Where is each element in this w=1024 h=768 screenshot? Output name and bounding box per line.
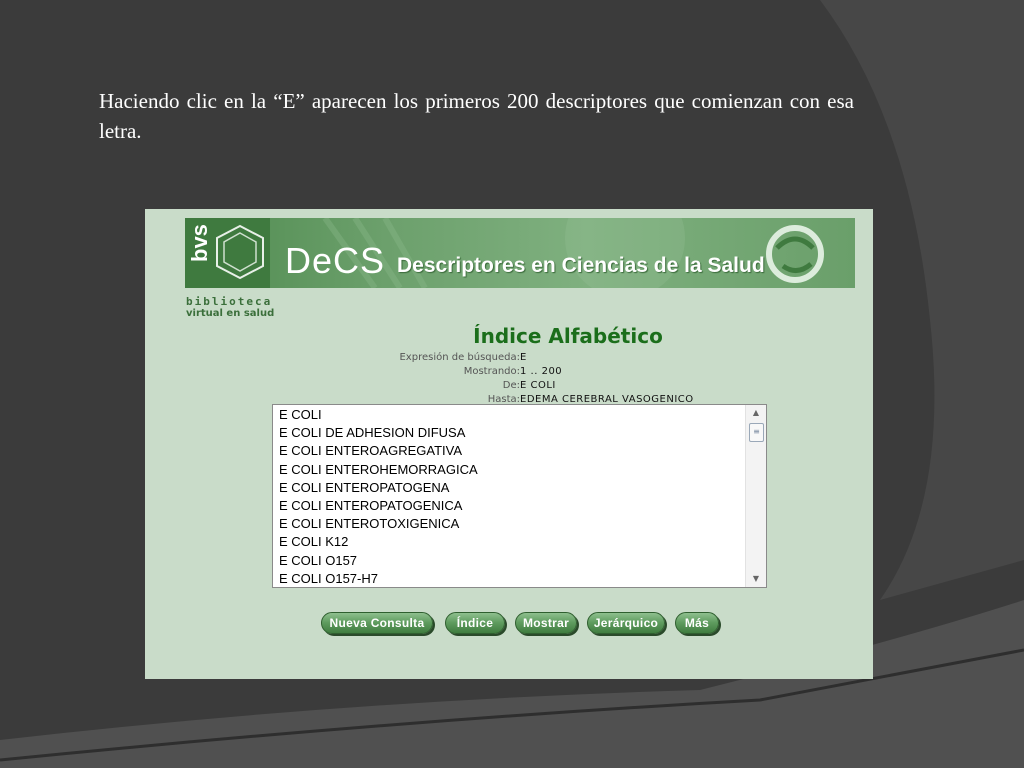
list-item[interactable]: E COLI ENTEROAGREGATIVA xyxy=(279,442,478,460)
meta-value: 1 .. 200 xyxy=(520,366,563,377)
meta-row-showing: Mostrando: 1 .. 200 xyxy=(285,365,705,379)
list-item[interactable]: E COLI ENTEROPATOGENA xyxy=(279,479,478,497)
nueva-consulta-button[interactable]: Nueva Consulta xyxy=(321,612,433,634)
list-item[interactable]: E COLI ENTEROPATOGENICA xyxy=(279,497,478,515)
slide-caption: Haciendo clic en la “E” aparecen los pri… xyxy=(99,89,854,143)
jerarquico-button[interactable]: Jerárquico xyxy=(587,612,665,634)
meta-row-expression: Expresión de búsqueda: E xyxy=(285,351,705,365)
banner-title: Descriptores en Ciencias de la Salud xyxy=(397,254,765,277)
meta-label: Mostrando: xyxy=(463,366,520,377)
biblioteca-label: biblioteca xyxy=(186,295,273,308)
bvs-logo-text: bvs xyxy=(187,224,212,262)
meta-value: E COLI xyxy=(520,380,556,391)
list-item[interactable]: E COLI ENTEROTOXIGENICA xyxy=(279,515,478,533)
meta-label: De: xyxy=(502,380,520,391)
list-item[interactable]: E COLI xyxy=(279,406,478,424)
list-item[interactable]: E COLI K12 xyxy=(279,533,478,551)
search-meta: Expresión de búsqueda: E Mostrando: 1 ..… xyxy=(285,351,705,407)
scroll-up-icon[interactable]: ▲ xyxy=(746,405,766,421)
list-item[interactable]: E COLI O157-H7 xyxy=(279,570,478,587)
list-item[interactable]: E COLI DE ADHESION DIFUSA xyxy=(279,424,478,442)
meta-label: Expresión de búsqueda: xyxy=(399,352,520,363)
listbox-scrollbar[interactable]: ▲ ≡ ▼ xyxy=(745,405,766,587)
page-title: Índice Alfabético xyxy=(473,324,663,348)
scroll-thumb[interactable]: ≡ xyxy=(749,423,764,442)
decs-screenshot: bvs DeCS Descriptores en Ciencias de la … xyxy=(145,209,873,679)
scroll-down-icon[interactable]: ▼ xyxy=(746,571,766,587)
descriptor-listbox[interactable]: E COLI E COLI DE ADHESION DIFUSA E COLI … xyxy=(272,404,767,588)
decs-banner: bvs DeCS Descriptores en Ciencias de la … xyxy=(185,218,855,288)
virtual-en-salud-label: virtual en salud xyxy=(186,308,275,319)
list-item[interactable]: E COLI ENTEROHEMORRAGICA xyxy=(279,461,478,479)
meta-value: E xyxy=(520,352,527,363)
indice-button[interactable]: Índice xyxy=(445,612,505,634)
descriptor-list: E COLI E COLI DE ADHESION DIFUSA E COLI … xyxy=(279,406,478,587)
mostrar-button[interactable]: Mostrar xyxy=(515,612,577,634)
mas-button[interactable]: Más xyxy=(675,612,719,634)
list-item[interactable]: E COLI O157 xyxy=(279,552,478,570)
meta-row-from: De: E COLI xyxy=(285,379,705,393)
decs-logo: DeCS xyxy=(285,240,386,281)
